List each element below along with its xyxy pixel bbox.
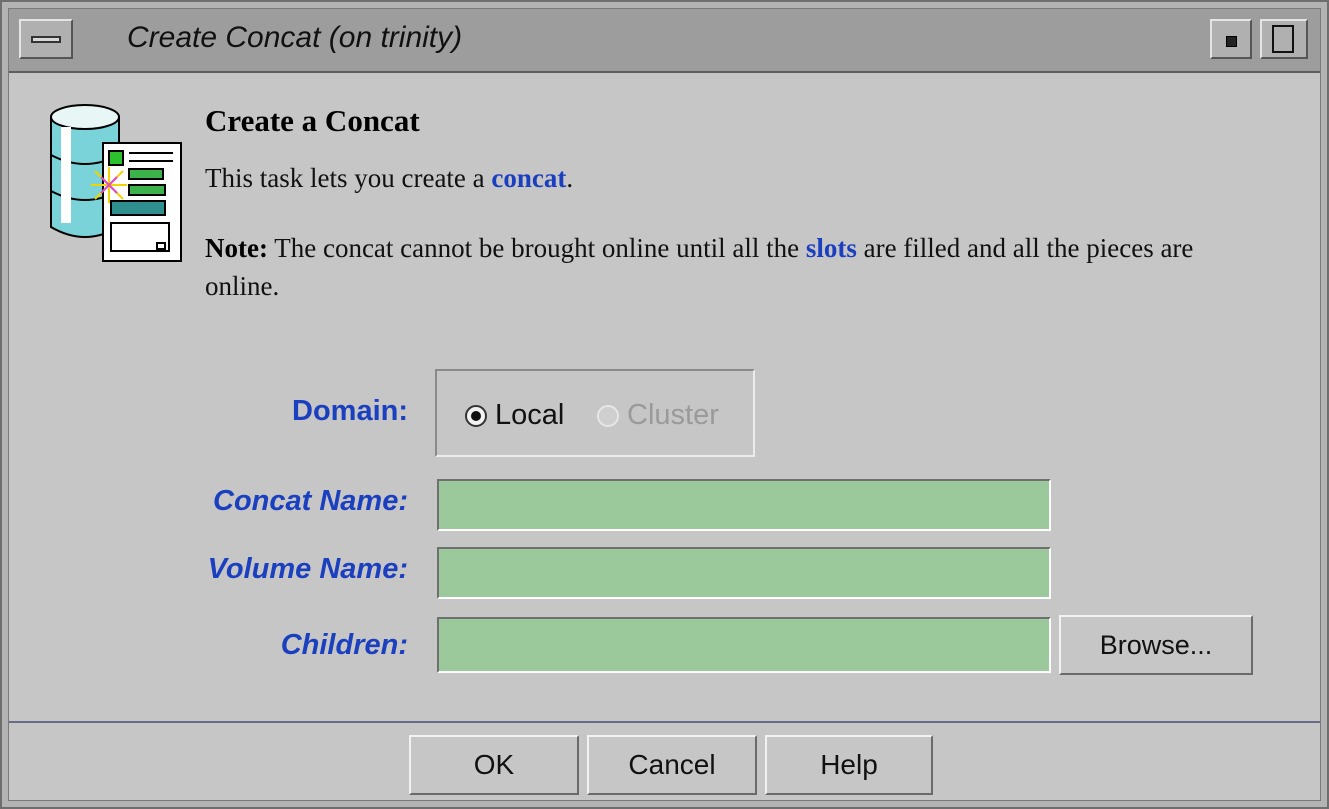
- slots-link[interactable]: slots: [806, 233, 857, 263]
- minimize-button[interactable]: [1210, 19, 1252, 59]
- maximize-button[interactable]: [1260, 19, 1308, 59]
- desc-prefix: This task lets you create a: [205, 163, 492, 193]
- dialog-heading: Create a Concat: [205, 103, 420, 138]
- window-menu-button[interactable]: [19, 19, 73, 59]
- task-description: This task lets you create a concat.: [205, 163, 573, 194]
- window-menu-icon: [31, 36, 61, 43]
- volume-name-label: Volume Name:: [207, 553, 408, 585]
- volume-name-input[interactable]: [437, 547, 1051, 599]
- domain-radio-cluster-label: Cluster: [627, 399, 719, 431]
- domain-radio-cluster: Cluster: [597, 399, 719, 432]
- window-title: Create Concat (on trinity): [127, 21, 463, 54]
- button-separator: [9, 721, 1320, 723]
- ok-button[interactable]: OK: [409, 735, 579, 795]
- cancel-button[interactable]: Cancel: [587, 735, 757, 795]
- concat-task-icon: [50, 104, 182, 262]
- dialog-window: Create Concat (on trinity) Create a Conc…: [0, 0, 1329, 809]
- desc-suffix: .: [566, 163, 574, 193]
- concat-name-input[interactable]: [437, 479, 1051, 531]
- help-button[interactable]: Help: [765, 735, 933, 795]
- note-label: Note:: [205, 233, 268, 263]
- note-text-1: The concat cannot be brought online unti…: [267, 233, 806, 263]
- children-label: Children:: [280, 629, 408, 661]
- concat-name-label: Concat Name:: [213, 485, 408, 517]
- domain-radio-group: Local Cluster: [435, 369, 755, 457]
- title-bar[interactable]: Create Concat (on trinity): [9, 9, 1320, 73]
- radio-unselected-icon: [597, 404, 619, 427]
- domain-label: Domain:: [292, 395, 408, 427]
- task-note: Note: The concat cannot be brought onlin…: [205, 229, 1265, 305]
- dialog-content: Create a Concat This task lets you creat…: [9, 71, 1320, 711]
- domain-radio-local-label: Local: [495, 399, 565, 431]
- domain-radio-local[interactable]: Local: [465, 399, 564, 432]
- dialog-frame: Create Concat (on trinity) Create a Conc…: [8, 8, 1321, 801]
- concat-link[interactable]: concat: [491, 163, 566, 193]
- children-input[interactable]: [437, 617, 1051, 673]
- maximize-icon: [1272, 25, 1294, 53]
- minimize-icon: [1226, 36, 1237, 47]
- browse-button[interactable]: Browse...: [1059, 615, 1253, 675]
- radio-selected-icon: [465, 404, 487, 427]
